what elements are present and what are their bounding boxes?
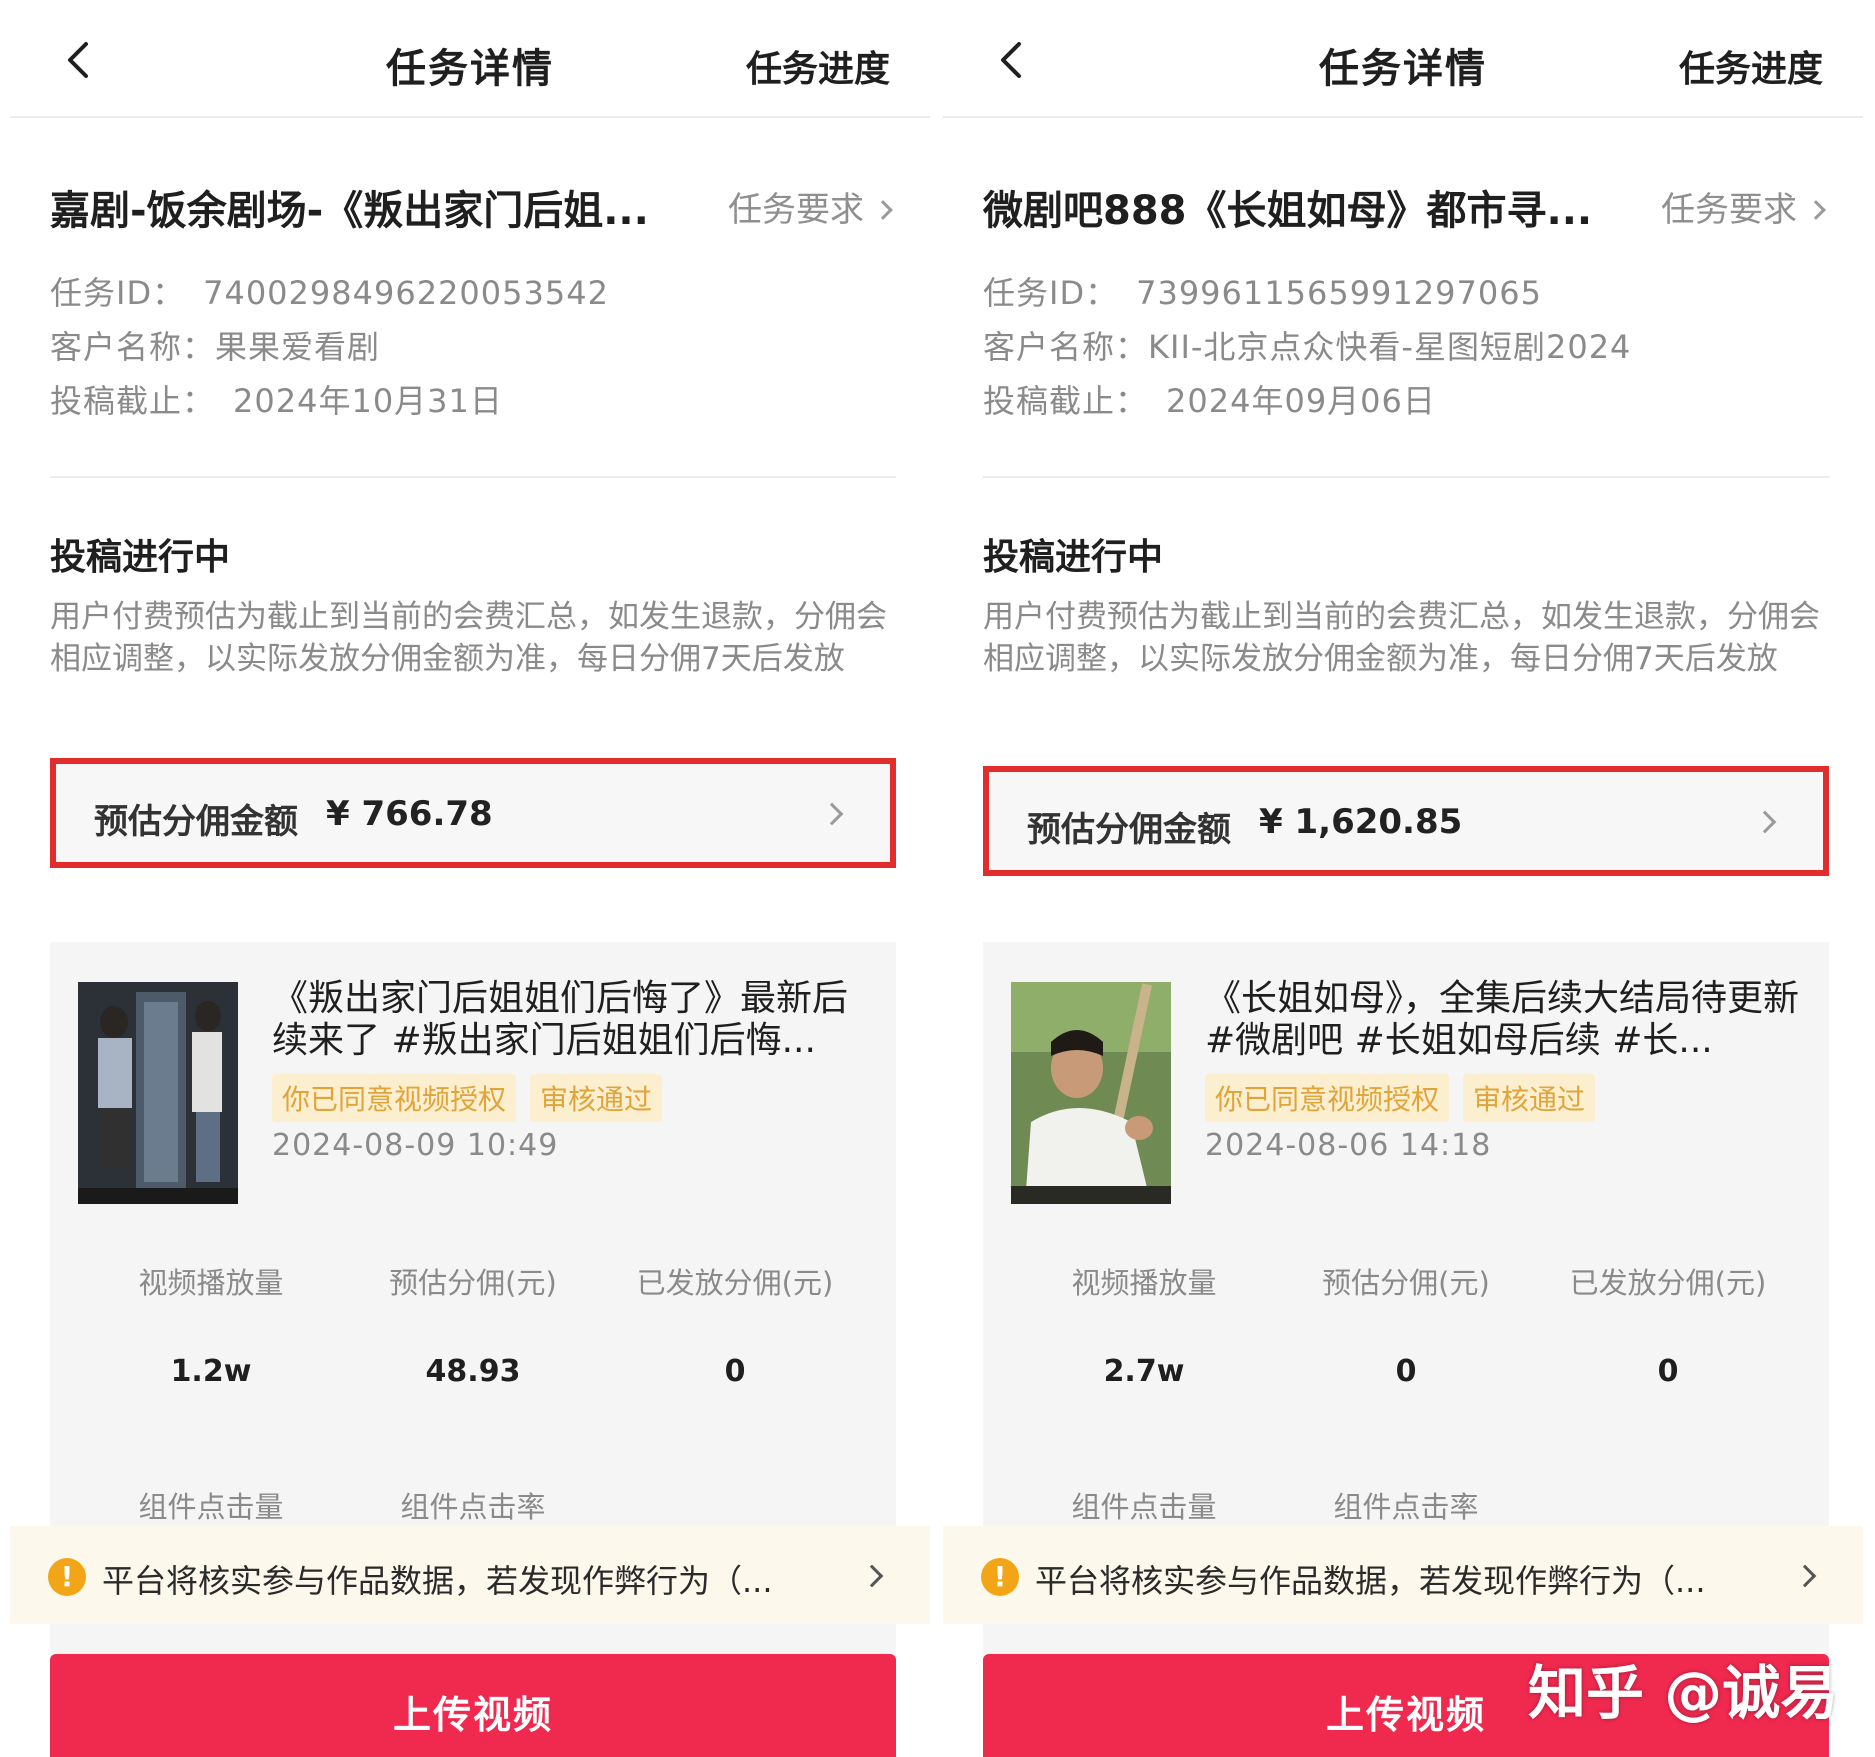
deadline-row: 投稿截止： 2024年09月06日 <box>983 376 1436 422</box>
client-name-label: 客户名称： <box>50 328 216 366</box>
stat-value-views: 1.2w <box>170 1354 252 1389</box>
deadline-value: 2024年10月31日 <box>233 382 503 420</box>
task-progress-link[interactable]: 任务进度 <box>1679 40 1823 92</box>
stat-value-estimated-commission: 0 <box>1395 1354 1417 1389</box>
status-description: 用户付费预估为截止到当前的会费汇总，如发生退款，分佣会相应调整，以实际发放分佣金… <box>983 599 1820 677</box>
video-thumbnail[interactable] <box>1011 982 1171 1204</box>
status-description: 用户付费预估为截止到当前的会费汇总，如发生退款，分佣会相应调整，以实际发放分佣金… <box>50 599 887 677</box>
stat-label-component-clicks: 组件点击量 <box>1071 1490 1217 1524</box>
client-name-value: 果果爱看剧 <box>215 328 381 366</box>
review-passed-badge: 审核通过 <box>1463 1074 1596 1122</box>
stat-label-component-ctr: 组件点击率 <box>1333 1490 1479 1524</box>
stat-label-views: 视频播放量 <box>138 1266 284 1300</box>
video-thumbnail-image <box>1011 982 1171 1204</box>
notice-bar[interactable]: ! 平台将核实参与作品数据，若发现作弊行为（... <box>943 1526 1863 1624</box>
video-title[interactable]: 《长姐如母》，全集后续大结局待更新 #微剧吧 #长姐如母后续 #长... <box>1205 978 1805 1062</box>
upload-video-button[interactable]: 上传视频 <box>50 1654 896 1757</box>
notice-bar[interactable]: ! 平台将核实参与作品数据，若发现作弊行为（... <box>10 1526 930 1624</box>
status-title: 投稿进行中 <box>983 537 1164 578</box>
chevron-right-icon <box>1753 810 1777 834</box>
divider <box>983 476 1829 478</box>
chevron-right-icon <box>873 200 893 220</box>
chevron-right-icon <box>820 802 844 826</box>
client-name-row: 客户名称：果果爱看剧 <box>50 322 380 368</box>
task-detail-panel-left: 任务详情 任务进度 嘉剧-饭余剧场-《叛出家门后姐... 任务要求 任务ID： 7… <box>10 0 930 1757</box>
stat-label-component-ctr: 组件点击率 <box>400 1490 546 1524</box>
task-id-row: 任务ID： 7400298496220053542 <box>50 268 609 314</box>
stat-label-views: 视频播放量 <box>1071 1266 1217 1300</box>
deadline-value: 2024年09月06日 <box>1166 382 1436 420</box>
authorized-badge: 你已同意视频授权 <box>272 1074 517 1122</box>
video-thumbnail[interactable] <box>78 982 238 1204</box>
task-title: 微剧吧888《长姐如母》都市寻... <box>983 188 1593 234</box>
stat-label-component-clicks: 组件点击量 <box>138 1490 284 1524</box>
notice-text: 平台将核实参与作品数据，若发现作弊行为（... <box>1035 1562 1706 1600</box>
client-name-value: KII-北京点众快看-星图短剧2024 <box>1148 328 1632 366</box>
task-requirements-label: 任务要求 <box>728 190 864 230</box>
stat-value-paid-commission: 0 <box>724 1354 746 1389</box>
task-id-value: 7400298496220053542 <box>203 274 609 312</box>
commission-label: 预估分佣金额 <box>94 802 298 842</box>
task-title: 嘉剧-饭余剧场-《叛出家门后姐... <box>50 188 649 234</box>
header-bar: 任务详情 任务进度 <box>10 0 930 118</box>
video-date: 2024-08-09 10:49 <box>272 1128 559 1163</box>
task-requirements-link[interactable]: 任务要求 <box>728 182 893 231</box>
status-title: 投稿进行中 <box>50 537 231 578</box>
task-detail-panel-right: 任务详情 任务进度 微剧吧888《长姐如母》都市寻... 任务要求 任务ID： 7… <box>943 0 1863 1757</box>
watermark: 知乎 @诚易 <box>1528 1659 1839 1727</box>
task-id-label: 任务ID： <box>983 274 1119 312</box>
deadline-label: 投稿截止： <box>50 382 216 420</box>
stat-label-paid-commission: 已发放分佣(元) <box>1569 1266 1767 1300</box>
video-thumbnail-image <box>78 982 238 1204</box>
warning-icon: ! <box>48 1558 86 1596</box>
client-name-label: 客户名称： <box>983 328 1149 366</box>
commission-amount: ¥ 766.78 <box>326 794 493 834</box>
chevron-right-icon <box>1806 200 1826 220</box>
stat-label-estimated-commission: 预估分佣(元) <box>1322 1266 1490 1300</box>
estimated-commission-row[interactable]: 预估分佣金额 ¥ 1,620.85 <box>983 766 1829 876</box>
review-passed-badge: 审核通过 <box>530 1074 663 1122</box>
notice-text: 平台将核实参与作品数据，若发现作弊行为（... <box>102 1562 773 1600</box>
warning-icon: ! <box>981 1558 1019 1596</box>
chevron-right-icon <box>860 1564 884 1588</box>
video-tags: 你已同意视频授权 审核通过 <box>272 1074 676 1122</box>
client-name-row: 客户名称：KII-北京点众快看-星图短剧2024 <box>983 322 1631 368</box>
commission-label: 预估分佣金额 <box>1027 810 1231 850</box>
task-progress-link[interactable]: 任务进度 <box>746 40 890 92</box>
estimated-commission-row[interactable]: 预估分佣金额 ¥ 766.78 <box>50 758 896 868</box>
video-date: 2024-08-06 14:18 <box>1205 1128 1492 1163</box>
stat-value-paid-commission: 0 <box>1657 1354 1679 1389</box>
task-id-label: 任务ID： <box>50 274 186 312</box>
task-requirements-label: 任务要求 <box>1661 190 1797 230</box>
task-requirements-link[interactable]: 任务要求 <box>1661 182 1826 231</box>
video-title[interactable]: 《叛出家门后姐姐们后悔了》最新后续来了 #叛出家门后姐姐们后悔... <box>272 978 872 1062</box>
header-bar: 任务详情 任务进度 <box>943 0 1863 118</box>
authorized-badge: 你已同意视频授权 <box>1205 1074 1450 1122</box>
task-id-row: 任务ID： 7399611565991297065 <box>983 268 1542 314</box>
stat-value-estimated-commission: 48.93 <box>425 1354 521 1389</box>
deadline-row: 投稿截止： 2024年10月31日 <box>50 376 503 422</box>
upload-video-label: 上传视频 <box>392 1693 553 1737</box>
video-tags: 你已同意视频授权 审核通过 <box>1205 1074 1609 1122</box>
stat-label-estimated-commission: 预估分佣(元) <box>389 1266 557 1300</box>
task-id-value: 7399611565991297065 <box>1136 274 1542 312</box>
commission-amount: ¥ 1,620.85 <box>1259 802 1463 842</box>
chevron-right-icon <box>1793 1564 1817 1588</box>
stat-value-views: 2.7w <box>1103 1354 1185 1389</box>
deadline-label: 投稿截止： <box>983 382 1149 420</box>
stat-label-paid-commission: 已发放分佣(元) <box>636 1266 834 1300</box>
divider <box>50 476 896 478</box>
